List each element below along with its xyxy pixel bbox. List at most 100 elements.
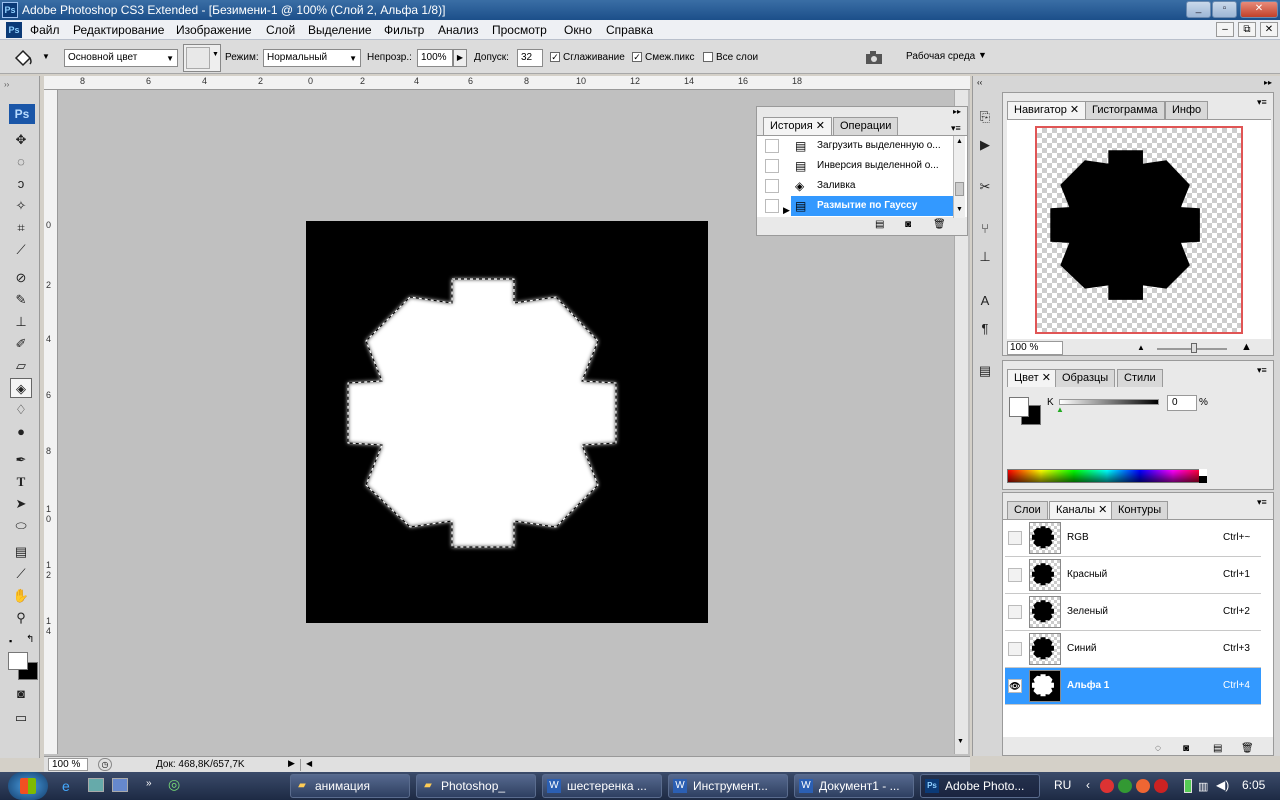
taskbar-item[interactable]: ▰ Photoshop_ [416,774,536,798]
all-layers-checkbox[interactable] [703,52,713,62]
app-icon[interactable]: ◎ [168,776,186,794]
history-brush-source[interactable] [765,159,779,173]
tab-paths[interactable]: Контуры [1111,501,1169,519]
language-indicator[interactable]: RU [1054,778,1071,792]
menu-layer[interactable]: Слой [266,23,295,37]
tab-actions[interactable]: Операции [833,117,899,135]
swap-colors-icon[interactable]: ↰ [26,634,34,645]
bridge-icon[interactable] [864,48,886,68]
visibility-toggle[interactable] [1008,642,1022,656]
scroll-thumb[interactable] [955,182,964,196]
navigator-view-box[interactable] [1035,126,1243,334]
doc-restore-button[interactable]: ⧉ [1238,22,1256,37]
tab-channels[interactable]: Каналы ✕ [1049,501,1115,519]
visibility-toggle[interactable] [1008,568,1022,582]
menu-window[interactable]: Окно [564,23,592,37]
k-value-field[interactable]: 0 [1167,395,1197,411]
opacity-field[interactable]: 100% [417,49,453,67]
expand-icon[interactable]: ‹‹ [977,78,982,87]
magic-wand-tool-icon[interactable]: ✧ [10,196,32,216]
default-colors-icon[interactable]: ▪ [9,636,12,646]
history-scrollbar[interactable]: ▲ ▼ [953,136,965,218]
snapshot-icon[interactable]: ◙ [905,219,911,230]
clone-stamp-tool-icon[interactable]: ⊥ [10,312,32,332]
visibility-toggle[interactable] [1008,605,1022,619]
network-icon[interactable]: ▥ [1198,780,1208,793]
history-item[interactable]: ▤ Загрузить выделенную о... [759,136,951,156]
navigator-zoom-field[interactable]: 100 % [1007,341,1063,355]
paint-bucket-icon[interactable] [12,48,36,68]
menu-image[interactable]: Изображение [176,23,252,37]
history-brush-source[interactable] [765,199,779,213]
start-button[interactable] [8,772,48,800]
k-slider-thumb[interactable]: ▲ [1056,405,1064,414]
dodge-tool-icon[interactable]: ● [10,422,32,442]
lasso-tool-icon[interactable]: ↄ [10,174,32,194]
tolerance-field[interactable]: 32 [517,49,543,67]
new-channel-icon[interactable]: ▤ [1213,743,1222,754]
antialias-checkbox[interactable]: ✓ [550,52,560,62]
history-item[interactable]: ▤ Инверсия выделенной о... [759,156,951,176]
hand-tool-icon[interactable]: ✋ [10,586,32,606]
k-slider-track[interactable] [1059,399,1159,405]
chevron-down-icon[interactable]: ▼ [978,50,987,60]
path-selection-tool-icon[interactable]: ➤ [10,494,32,514]
menu-analysis[interactable]: Анализ [438,23,479,37]
save-selection-icon[interactable]: ◙ [1183,743,1189,754]
trash-icon[interactable]: 🗑 [933,219,946,230]
screen-mode-icon[interactable]: ▭ [10,708,32,728]
opacity-slider-button[interactable]: ▶ [453,49,467,67]
eye-icon[interactable]: 👁 [1008,679,1022,693]
menu-edit[interactable]: Редактирование [73,23,164,37]
zoom-tool-icon[interactable]: ⚲ [10,608,32,628]
zoom-in-icon[interactable]: ▲ [1241,341,1252,353]
visibility-toggle[interactable] [1008,531,1022,545]
ruler-horizontal[interactable]: 8 6 4 2 0 2 4 6 8 10 12 14 16 18 [44,76,970,90]
taskbar-item[interactable]: Wшестеренка ... [542,774,662,798]
panel-menu-icon[interactable]: ▾≡ [1257,497,1267,508]
menu-view[interactable]: Просмотр [492,23,547,37]
history-item[interactable]: ◈ Заливка [759,176,951,196]
brush-tool-icon[interactable]: ✎ [10,290,32,310]
history-brush-source[interactable] [765,139,779,153]
close-button[interactable]: ✕ [1240,1,1278,18]
history-dock-icon[interactable]: ⎘ [974,106,996,128]
mode-select[interactable]: Нормальный [263,49,361,67]
tab-history[interactable]: История ✕ [763,117,832,135]
tray-icon[interactable] [1136,779,1150,793]
panel-menu-icon[interactable]: ▾≡ [1257,365,1267,376]
channel-row-blue[interactable]: Синий Ctrl+3 [1005,631,1261,668]
ie-icon[interactable]: e [62,778,80,794]
volume-icon[interactable]: ◀) [1216,778,1229,792]
foreground-color-swatch[interactable] [1009,397,1029,417]
taskbar-item[interactable]: W Документ1 - ... [794,774,914,798]
tab-swatches[interactable]: Образцы [1055,369,1116,387]
clock[interactable]: 6:05 [1242,778,1265,792]
color-spectrum[interactable] [1007,469,1207,483]
status-menu-icon[interactable]: ◷ [98,758,112,771]
ruler-vertical[interactable]: 0 2 4 6 8 1 0 1 2 1 4 [44,90,58,754]
trash-icon[interactable]: 🗑 [1241,743,1254,754]
ellipse-tool-icon[interactable]: ⬭ [10,516,32,536]
menu-help[interactable]: Справка [606,23,653,37]
crop-tool-icon[interactable]: ⌗ [10,218,32,238]
paragraph-dock-icon[interactable]: ¶ [974,318,996,340]
tab-histogram[interactable]: Гистограмма [1085,101,1165,119]
healing-brush-tool-icon[interactable]: ⊘ [10,268,32,288]
scroll-left-icon[interactable]: ◀ [306,759,312,768]
load-selection-icon[interactable]: ◌ [1155,743,1161,754]
type-tool-icon[interactable]: T [10,472,32,492]
foreground-color-swatch[interactable] [8,652,28,670]
tab-color[interactable]: Цвет ✕ [1007,369,1058,387]
menu-filter[interactable]: Фильтр [384,23,424,37]
channel-row-rgb[interactable]: RGB Ctrl+~ [1005,520,1261,557]
taskbar-item[interactable]: ▰ анимация [290,774,410,798]
actions-dock-icon[interactable]: ▶ [974,134,996,156]
character-dock-icon[interactable]: A [974,290,996,312]
collapse-icon[interactable]: ▸▸ [1264,78,1272,87]
expand-icon[interactable]: ›› [4,80,9,89]
panel-menu-icon[interactable]: ▾≡ [951,123,961,134]
fill-source-select[interactable]: Основной цвет [64,49,178,67]
restore-button[interactable]: ▫ [1212,1,1237,18]
switch-windows-icon[interactable] [112,778,128,792]
